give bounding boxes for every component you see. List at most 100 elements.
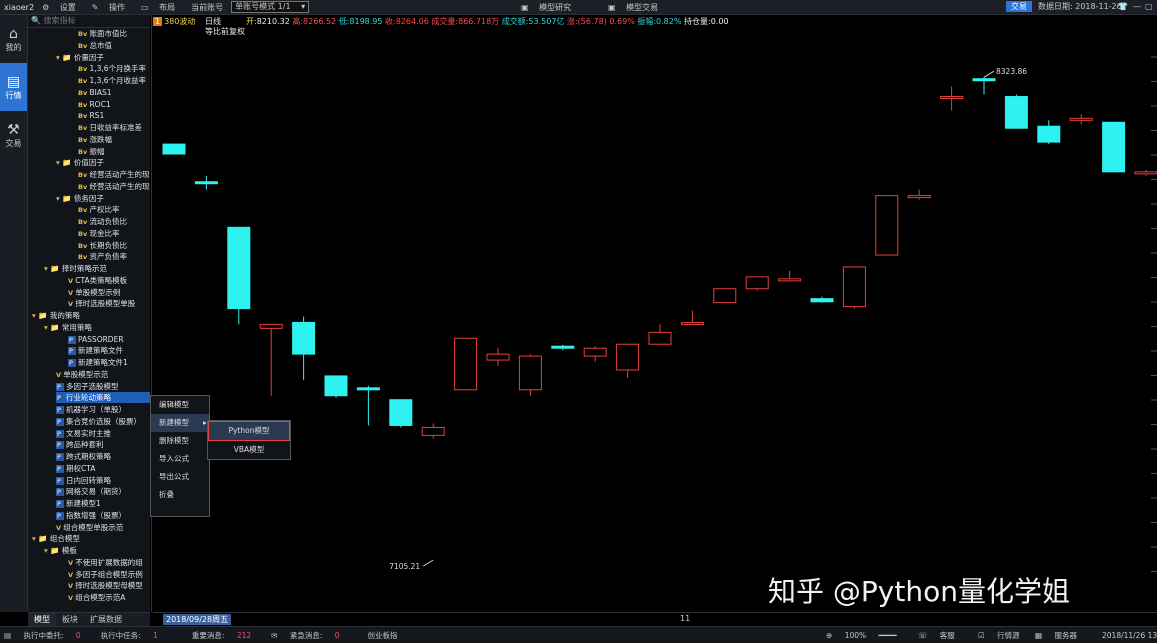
exec-task[interactable]: 执行中任务: 1 xyxy=(101,630,168,641)
board-index[interactable]: 创业板指 xyxy=(368,630,398,641)
tree-item[interactable]: 组合模型示范A xyxy=(68,592,150,603)
candle[interactable] xyxy=(1037,120,1061,145)
account-mode-select[interactable]: 单账号模式 1/1 ▾ xyxy=(231,1,310,13)
tree-item[interactable]: 不使用扩展数据的组 xyxy=(68,557,150,568)
tree-item[interactable]: 择时选股模型母模型 xyxy=(68,580,150,591)
candle[interactable] xyxy=(389,399,413,428)
model-research-tab[interactable]: ▣ 模型研究 xyxy=(521,2,579,13)
candle[interactable] xyxy=(778,270,802,282)
menu-import-formula[interactable]: 导入公式 xyxy=(151,450,209,468)
settings-menu[interactable]: ⚙ 设置 xyxy=(42,2,84,13)
tree-item[interactable]: 长期负债比 xyxy=(78,240,150,251)
tree-item[interactable]: 组合模型单股示范 xyxy=(56,522,150,533)
nav-home[interactable]: ⌂ 我的 xyxy=(0,15,27,63)
tree-item[interactable]: 1,3,6个月换手率 xyxy=(78,63,150,74)
security-name[interactable]: 380波动 xyxy=(164,17,195,26)
tree-folder[interactable]: 常用策略 xyxy=(44,322,150,333)
candle[interactable] xyxy=(421,423,445,439)
restore-icon[interactable]: ▢ xyxy=(1145,0,1153,14)
tree-item[interactable]: 1,3,6个月收益率 xyxy=(78,75,150,86)
menu-edit-model[interactable]: 编辑模型 xyxy=(151,396,209,414)
candle[interactable] xyxy=(454,337,478,391)
tree-item[interactable]: 经营活动产生的现 xyxy=(78,181,150,192)
candle[interactable] xyxy=(1134,169,1157,176)
tree-item[interactable]: 账面市值比 xyxy=(78,28,150,39)
tree-item[interactable]: 行业轮动策略 xyxy=(56,392,150,404)
candle[interactable] xyxy=(583,346,607,363)
tab-ext-data[interactable]: 扩展数据 xyxy=(84,613,128,626)
candle[interactable] xyxy=(1069,114,1093,125)
tree-item[interactable]: 现金比率 xyxy=(78,228,150,239)
tree-item[interactable]: 跨品种套利 xyxy=(56,439,150,450)
tree-item[interactable]: 文易实时主推 xyxy=(56,428,150,439)
tree-item[interactable]: 振幅 xyxy=(78,146,150,157)
candle[interactable] xyxy=(356,385,380,426)
tree-item[interactable]: 多因子选股模型 xyxy=(56,381,150,392)
server-status[interactable]: ▦ 服务器 xyxy=(1035,630,1087,641)
menu-python-model[interactable]: Python模型 xyxy=(208,421,290,441)
trade-button[interactable]: 交易 xyxy=(1006,1,1032,12)
tree-item[interactable]: 指数增强（股票） xyxy=(56,510,150,521)
tree-item[interactable]: ROC1 xyxy=(78,99,150,110)
candle[interactable] xyxy=(713,288,737,304)
tree-item[interactable]: 单股模型示例 xyxy=(68,287,150,298)
market-source[interactable]: ☑ 行情源 xyxy=(978,630,1030,641)
menu-delete-model[interactable]: 删除模型 xyxy=(151,432,209,450)
tree-folder[interactable]: 模板 xyxy=(44,545,150,556)
tree-item[interactable]: 跨式期权策略 xyxy=(56,451,150,462)
tree-item[interactable]: 网格交易（期货） xyxy=(56,486,150,497)
candle[interactable] xyxy=(842,266,866,309)
menu-collapse[interactable]: 折叠 xyxy=(151,486,209,504)
candle[interactable] xyxy=(745,276,769,291)
candle[interactable] xyxy=(810,296,834,303)
tree-item[interactable]: RS1 xyxy=(78,110,150,121)
tree-folder[interactable]: 组合模型 xyxy=(32,533,150,544)
tree-item[interactable]: 多因子组合模型示例 xyxy=(68,569,150,580)
urgent-msg[interactable]: ✉ 紧急消息: 0 xyxy=(271,630,349,641)
candle[interactable] xyxy=(227,226,251,325)
tree-item[interactable]: CTA类策略模板 xyxy=(68,275,150,286)
candle[interactable] xyxy=(162,143,186,155)
candle[interactable] xyxy=(551,345,575,351)
candle[interactable] xyxy=(1102,121,1126,173)
tree-item[interactable]: 日收益率标准差 xyxy=(78,122,150,133)
important-msg[interactable]: 重要消息: 212 xyxy=(192,630,261,641)
nav-trade[interactable]: ⚒ 交易 xyxy=(0,111,27,159)
tree-item[interactable]: 产权比率 xyxy=(78,204,150,215)
tree-item[interactable]: 单股模型示范 xyxy=(56,369,150,380)
candle[interactable] xyxy=(616,343,640,378)
tree-item[interactable]: 机器学习（单股） xyxy=(56,404,150,415)
tree-item[interactable]: 经营活动产生的现 xyxy=(78,169,150,180)
adjust-label[interactable]: 等比前复权 xyxy=(205,26,245,37)
candle[interactable] xyxy=(194,175,218,190)
tab-model[interactable]: 模型 xyxy=(28,613,56,626)
tree-item[interactable]: 日内回转策略 xyxy=(56,475,150,486)
model-trade-tab[interactable]: ▣ 模型交易 xyxy=(608,2,666,13)
tree-item[interactable]: 集合竞价选股（股票） xyxy=(56,416,150,427)
tab-sector[interactable]: 板块 xyxy=(56,613,84,626)
menu-vba-model[interactable]: VBA模型 xyxy=(208,441,290,459)
tree-item[interactable]: 新建策略文件 xyxy=(68,345,150,356)
tree-item[interactable]: BIAS1 xyxy=(78,87,150,98)
tree-item[interactable]: 新建模型1 xyxy=(56,498,150,509)
search-indicator[interactable]: 🔍 搜索指标 xyxy=(28,15,150,28)
tree-item[interactable]: 择时选股模型单股 xyxy=(68,298,150,309)
candle[interactable] xyxy=(972,77,996,95)
tree-folder[interactable]: 债务因子 xyxy=(56,193,150,204)
kline-chart[interactable]: 8323.86 7105.21 xyxy=(153,37,1157,612)
operate-menu[interactable]: ✎ 操作 xyxy=(92,2,133,13)
candle[interactable] xyxy=(907,189,931,200)
candle[interactable] xyxy=(940,86,964,111)
candle[interactable] xyxy=(259,323,283,396)
nav-market[interactable]: ▤ 行情 xyxy=(0,63,27,111)
tree-folder[interactable]: 价量因子 xyxy=(56,52,150,63)
exec-delegate[interactable]: ▤ 执行中委托: 0 xyxy=(4,630,91,641)
candle[interactable] xyxy=(875,195,899,256)
candle[interactable] xyxy=(680,310,704,325)
tree-folder[interactable]: 我的策略 xyxy=(32,310,150,321)
tree-item[interactable]: 流动负债比 xyxy=(78,216,150,227)
layout-menu[interactable]: ▭ 布局 xyxy=(141,2,183,13)
tree-item[interactable]: PASSORDER xyxy=(68,334,150,345)
shirt-icon[interactable]: 👕 xyxy=(1118,0,1128,14)
tree-item[interactable]: 总市值 xyxy=(78,40,150,51)
